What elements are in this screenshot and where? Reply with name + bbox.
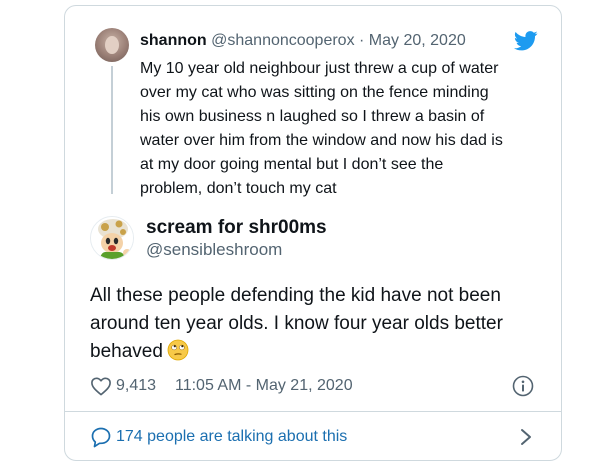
chat-bubble-icon — [91, 427, 111, 448]
author-avatar[interactable] — [90, 216, 134, 260]
card-divider — [64, 411, 562, 412]
quoted-tweet-header: shannon @shannoncooperox · May 20, 2020 — [140, 31, 466, 51]
avatar-face — [105, 36, 119, 54]
rolling-eyes-emoji-icon — [167, 339, 189, 361]
tweet-text-line: All these people defending the kid have … — [90, 285, 501, 306]
tweet-text-fragment: behaved — [90, 341, 163, 362]
quoted-author-name[interactable]: shannon — [140, 32, 207, 49]
quoted-text-line: over my cat who was sitting on the fence… — [140, 84, 489, 101]
conversation-count-label[interactable]: 174 people are talking about this — [116, 428, 347, 446]
quoted-tweet-date[interactable]: May 20, 2020 — [369, 32, 466, 49]
tweet-text-line: behaved — [90, 338, 550, 366]
heart-icon[interactable] — [90, 376, 112, 396]
quoted-author-handle[interactable]: @shannoncooperox — [211, 32, 354, 49]
quoted-text-line: water over him from the window and now h… — [140, 132, 503, 149]
conversation-link[interactable]: 174 people are talking about this — [90, 424, 540, 448]
tweet-timestamp[interactable]: 11:05 AM - May 21, 2020 — [175, 377, 353, 395]
toad-avatar-icon — [91, 217, 133, 259]
tweet-text: All these people defending the kid have … — [90, 282, 550, 366]
quoted-text-line: problem, don’t touch my cat — [140, 180, 337, 197]
thread-connector-line — [111, 66, 113, 194]
quoted-text-line: My 10 year old neighbour just threw a cu… — [140, 60, 499, 77]
header-separator: · — [354, 32, 369, 49]
quoted-text-line: at my door going mental but I don’t see … — [140, 156, 444, 173]
twitter-bird-icon[interactable] — [514, 31, 538, 51]
tweet-meta-row: 9,413 11:05 AM - May 21, 2020 — [90, 374, 540, 398]
quoted-tweet-text: My 10 year old neighbour just threw a cu… — [140, 57, 540, 201]
tweet-text-line: around ten year olds. I know four year o… — [90, 313, 503, 334]
author-name[interactable]: scream for shr00ms — [146, 217, 327, 239]
quoted-author-avatar[interactable] — [95, 28, 129, 62]
author-handle[interactable]: @sensibleshroom — [146, 240, 282, 260]
like-count[interactable]: 9,413 — [116, 377, 156, 395]
quoted-text-line: his own business n laughed so I threw a … — [140, 108, 485, 125]
info-icon[interactable] — [512, 375, 534, 397]
chevron-right-icon[interactable] — [518, 427, 534, 447]
